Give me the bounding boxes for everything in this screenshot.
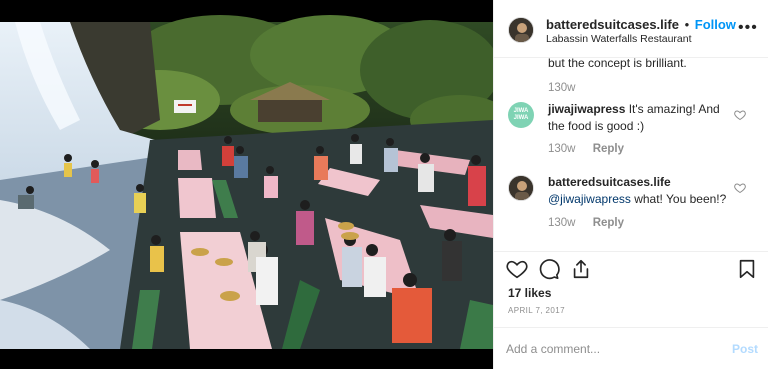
heart-icon[interactable] (506, 258, 528, 280)
comment-meta: 130w Reply (548, 217, 624, 229)
action-bar (494, 251, 768, 281)
comment-body: what! You been!? (630, 192, 727, 206)
comments-list[interactable]: but the concept is brilliant. 130w JIWA … (494, 58, 768, 251)
commenter-avatar[interactable] (508, 175, 534, 201)
comment-text: jiwajiwapress It's amazing! And the food… (548, 101, 738, 135)
author-avatar[interactable] (508, 17, 534, 43)
post-button[interactable]: Post (732, 342, 758, 356)
separator-dot: • (684, 17, 690, 32)
share-icon[interactable] (570, 258, 592, 280)
comment-time: 130w (548, 143, 576, 155)
add-comment-bar: Post (494, 327, 768, 369)
commenter-username[interactable]: jiwajiwapress (548, 102, 625, 116)
comment-like-heart-icon[interactable] (734, 182, 746, 194)
comment-text: batteredsuitcases.life @jiwajiwapress wh… (548, 174, 738, 208)
reply-button[interactable]: Reply (593, 143, 624, 155)
avatar-image (509, 176, 533, 200)
comment-input[interactable] (506, 340, 716, 358)
comment-time: 130w (548, 217, 576, 229)
commenter-avatar[interactable]: JIWA JIWA (508, 102, 534, 128)
author-line: batteredsuitcases.life • Follow (546, 17, 736, 32)
comment-meta: 130w (548, 82, 576, 94)
avatar-logo-text: JIWA JIWA (513, 108, 529, 121)
waterfall-restaurant-photo (0, 0, 493, 369)
follow-button[interactable]: Follow (695, 17, 736, 32)
location-link[interactable]: Labassin Waterfalls Restaurant (546, 33, 692, 45)
truncated-comment-text: but the concept is brilliant. (548, 58, 687, 70)
post-date: APRIL 7, 2017 (508, 306, 565, 315)
likes-count[interactable]: 17 likes (508, 286, 551, 300)
comment-meta: 130w Reply (548, 143, 624, 155)
comment-bubble-icon[interactable] (538, 258, 560, 280)
reply-button[interactable]: Reply (593, 217, 624, 229)
commenter-username[interactable]: batteredsuitcases.life (548, 175, 671, 189)
comment-like-heart-icon[interactable] (734, 109, 746, 121)
post-header: batteredsuitcases.life • Follow Labassin… (494, 0, 768, 58)
avatar-image (509, 18, 533, 42)
author-username[interactable]: batteredsuitcases.life (546, 17, 679, 32)
ellipsis-icon[interactable]: ••• (738, 20, 758, 36)
post-side-panel: batteredsuitcases.life • Follow Labassin… (493, 0, 768, 369)
mention-link[interactable]: @jiwajiwapress (548, 192, 631, 206)
bookmark-icon[interactable] (736, 258, 758, 280)
post-photo[interactable] (0, 0, 493, 369)
comment-time: 130w (548, 82, 576, 94)
